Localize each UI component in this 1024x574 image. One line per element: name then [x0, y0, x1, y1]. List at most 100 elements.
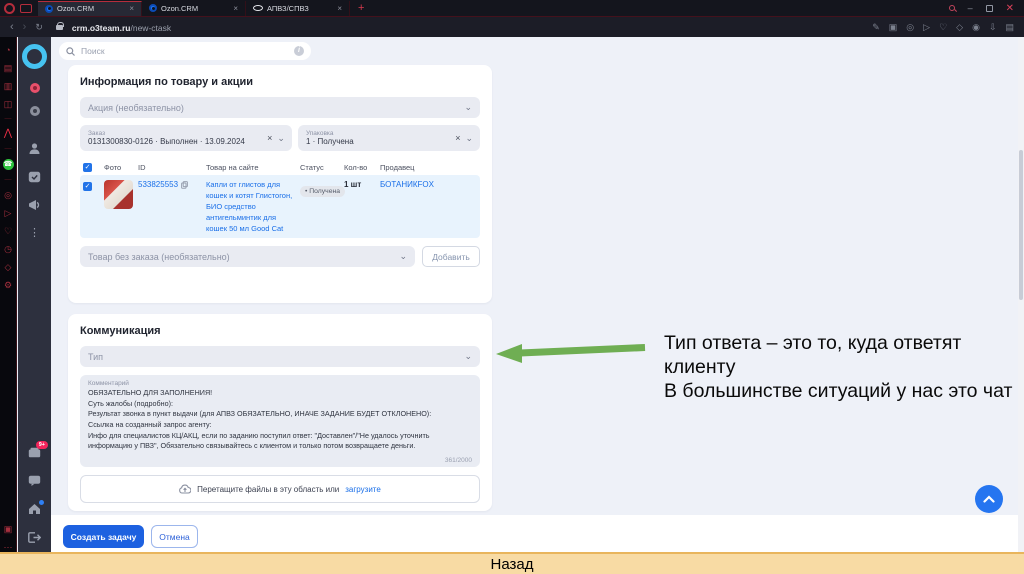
- add-button[interactable]: Добавить: [422, 246, 480, 268]
- copy-icon[interactable]: [181, 180, 188, 189]
- heart-icon[interactable]: ♡: [4, 226, 12, 236]
- scroll-to-top-button[interactable]: [975, 485, 1003, 513]
- tab-close-icon[interactable]: ×: [337, 4, 342, 13]
- browser-side-rail: ◔ ▤ ▥ ◫ — ⋀ — ☎ — ◎ ▷ ♡ ◷ ◇ ⚙ ▣ ⋯: [0, 37, 17, 552]
- quantity: 1 шт: [344, 180, 362, 189]
- row-checkbox[interactable]: ✓: [83, 182, 92, 191]
- url-text[interactable]: crm.o3team.ru/new-ctask: [72, 18, 171, 36]
- products-table-header: ✓ Фото ID Товар на сайте Статус Кол-во П…: [83, 162, 415, 172]
- new-tab-button[interactable]: +: [358, 3, 364, 14]
- back-caption: Назад: [490, 555, 534, 573]
- gx-logo-icon[interactable]: ⋀: [4, 129, 12, 139]
- order-select[interactable]: Заказ 0131300830-0126 · Выполнен · 13.09…: [80, 125, 292, 151]
- announce-icon[interactable]: [28, 198, 42, 211]
- divider: —: [4, 145, 12, 152]
- product-id-link[interactable]: 533825553: [138, 180, 206, 189]
- file-dropzone[interactable]: Перетащите файлы в эту область или загру…: [80, 475, 480, 503]
- reload-icon[interactable]: ↻: [35, 22, 43, 33]
- extension-icons: ✎ ▣ ◎ ▷ ♡ ◇ ◉ ⇩ ▤: [872, 22, 1014, 32]
- tab-close-icon[interactable]: ×: [233, 4, 238, 13]
- upload-link[interactable]: загрузите: [345, 485, 381, 494]
- comment-textarea[interactable]: Комментарий ОБЯЗАТЕЛЬНО ДЛЯ ЗАПОЛНЕНИЯ! …: [80, 375, 480, 467]
- product-title-link[interactable]: Капли от глистов для кошек и котят Глист…: [206, 180, 300, 234]
- chevron-down-icon: ⌄: [465, 133, 473, 143]
- card-title: Коммуникация: [80, 325, 161, 337]
- no-order-product-select[interactable]: Товар без заказа (необязательно) ⌄: [80, 246, 415, 268]
- browser-logo-icon[interactable]: [4, 2, 15, 14]
- red-status-dot-icon[interactable]: [29, 83, 40, 93]
- chevron-down-icon: ⌄: [277, 133, 285, 143]
- restore-button[interactable]: [985, 4, 993, 12]
- home-icon[interactable]: [28, 500, 44, 515]
- screenshot-root: Ozon.CRM × Ozon.CRM × АПВЗ/СПВЗ × + – ✕ …: [0, 0, 1024, 574]
- whatsapp-icon[interactable]: ☎: [2, 159, 14, 170]
- tasks-icon[interactable]: [28, 170, 42, 183]
- send-icon[interactable]: ▷: [923, 22, 930, 32]
- speed-dial-icon[interactable]: ◔: [5, 45, 10, 55]
- char-counter: 361/2000: [444, 457, 472, 464]
- browser-tab[interactable]: АПВЗ/СПВЗ ×: [246, 0, 350, 16]
- chevron-down-icon: ⌄: [464, 351, 472, 361]
- feedback-icon[interactable]: [28, 474, 42, 487]
- divider: —: [4, 176, 12, 183]
- app-sidebar: ⋮ 9+: [18, 37, 51, 552]
- comment-label: Комментарий: [88, 380, 129, 387]
- tab-label: АПВЗ/СПВЗ: [267, 3, 309, 13]
- panels-icon[interactable]: ▤: [1005, 22, 1014, 32]
- search-placeholder: Поиск: [81, 46, 105, 56]
- history-icon[interactable]: ◷: [4, 244, 12, 254]
- cube-icon[interactable]: ◇: [956, 22, 963, 32]
- forward-icon[interactable]: ›: [23, 21, 27, 33]
- seller-link[interactable]: БОТАНИКFOX: [380, 180, 480, 189]
- snapshot-icon[interactable]: ▣: [4, 524, 13, 534]
- browser-tab-active[interactable]: Ozon.CRM ×: [38, 0, 142, 16]
- target-icon[interactable]: ◎: [906, 22, 914, 32]
- heart-icon[interactable]: ♡: [939, 22, 947, 32]
- ozon-favicon-icon: [149, 4, 157, 12]
- table-row[interactable]: ✓ 533825553 Капли от глистов для кошек и…: [80, 175, 480, 239]
- browser-tab[interactable]: Ozon.CRM ×: [142, 0, 246, 16]
- profile-icon[interactable]: [28, 142, 42, 155]
- profile-icon[interactable]: ◉: [972, 22, 980, 32]
- cube-icon[interactable]: ◇: [5, 262, 12, 272]
- logout-icon[interactable]: [28, 531, 42, 544]
- select-all-checkbox[interactable]: ✓: [83, 162, 92, 172]
- gray-status-dot-icon[interactable]: [29, 106, 40, 116]
- close-button[interactable]: ✕: [1006, 3, 1014, 13]
- divider: —: [4, 115, 12, 122]
- ozon-logo[interactable]: [22, 44, 47, 69]
- tab-close-icon[interactable]: ×: [129, 4, 134, 13]
- card-title: Информация по товару и акции: [80, 76, 254, 88]
- minimize-button[interactable]: –: [968, 3, 973, 13]
- screenshot-icon[interactable]: ▣: [889, 22, 898, 32]
- share-icon[interactable]: ✎: [872, 22, 880, 32]
- clear-icon[interactable]: ×: [455, 133, 460, 144]
- search-input[interactable]: Поиск i: [59, 42, 311, 60]
- cancel-button[interactable]: Отмена: [151, 525, 198, 548]
- annotation-text: Тип ответа – это то, куда ответят клиент…: [664, 332, 1013, 402]
- orders-badge-icon[interactable]: 9+: [28, 441, 48, 459]
- tab-label: Ozon.CRM: [161, 3, 199, 13]
- settings-gear-icon[interactable]: ⚙: [4, 280, 12, 290]
- page-scrollbar[interactable]: [1018, 37, 1024, 552]
- box-icon[interactable]: ▤: [4, 63, 13, 73]
- clear-icon[interactable]: ×: [267, 133, 272, 144]
- browser-search-icon[interactable]: [948, 5, 955, 11]
- target-icon[interactable]: ◎: [4, 190, 12, 200]
- package-select[interactable]: Упаковка 1 · Получена × ⌄: [297, 125, 480, 151]
- back-icon[interactable]: ‹: [10, 21, 14, 33]
- monitor-icon[interactable]: ▥: [4, 81, 13, 91]
- grid-icon[interactable]: ◫: [4, 99, 13, 109]
- product-photo[interactable]: [104, 180, 133, 209]
- download-icon[interactable]: ⇩: [989, 22, 997, 32]
- sidebar-toggle-icon[interactable]: [20, 3, 32, 13]
- play-icon[interactable]: ▷: [5, 208, 12, 218]
- url-domain: crm.o3team.ru: [71, 23, 131, 33]
- more-dots-icon[interactable]: ⋮: [28, 226, 42, 239]
- type-select[interactable]: Тип ⌄: [80, 346, 480, 367]
- scrollbar-thumb[interactable]: [1019, 150, 1023, 300]
- more-icon[interactable]: ⋯: [4, 542, 13, 552]
- promo-select[interactable]: Акция (необязательно) ⌄: [80, 97, 480, 118]
- create-task-button[interactable]: Создать задачу: [63, 525, 144, 548]
- info-icon[interactable]: i: [294, 46, 304, 56]
